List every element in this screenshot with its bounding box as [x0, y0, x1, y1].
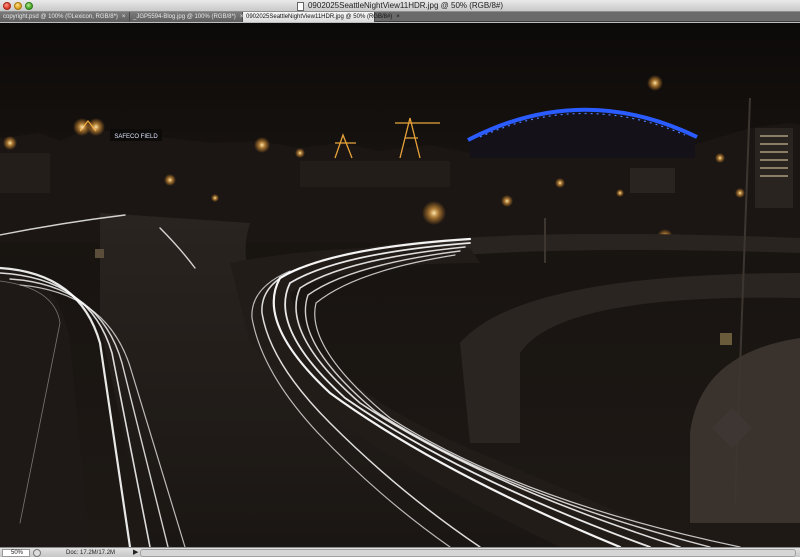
horizontal-scrollbar[interactable] [140, 549, 796, 557]
tab-seattle-night-view[interactable]: 0902025SeattleNightView11HDR.jpg @ 50% (… [243, 12, 400, 22]
tab-close-icon[interactable]: × [396, 14, 400, 20]
image-canvas[interactable]: SAFECO FIELD [0, 23, 800, 547]
left-road-sign [95, 249, 104, 258]
tab-copyright[interactable]: copyright.psd @ 100% (©Lexicon, RGB/8*) … [0, 12, 130, 22]
tab-jgp5594[interactable]: _JGP5594-Blog.jpg @ 100% (RGB/8*) × [130, 12, 243, 22]
document-tab-bar: copyright.psd @ 100% (©Lexicon, RGB/8*) … [0, 12, 800, 22]
status-menu-arrow-icon[interactable]: ▶ [133, 548, 138, 557]
night-highway-photo: SAFECO FIELD [0, 23, 800, 547]
safeco-field-sign: SAFECO FIELD [114, 134, 158, 140]
tab-close-icon[interactable]: × [122, 14, 126, 20]
status-bar: 50% Doc: 17.2M/17.2M ▶ [0, 547, 800, 557]
tab-label: _JGP5594-Blog.jpg @ 100% (RGB/8*) [133, 14, 236, 20]
document-size-info[interactable]: Doc: 17.2M/17.2M [66, 549, 115, 557]
navigation-icon[interactable] [33, 549, 41, 557]
tab-label: copyright.psd @ 100% (©Lexicon, RGB/8*) [3, 14, 118, 20]
zoom-field[interactable]: 50% [2, 549, 30, 557]
window-title: 0902025SeattleNightView11HDR.jpg @ 50% (… [307, 1, 504, 10]
window-title-group: 0902025SeattleNightView11HDR.jpg @ 50% (… [0, 0, 800, 12]
tab-label: 0902025SeattleNightView11HDR.jpg @ 50% (… [246, 14, 393, 20]
road-sign [720, 333, 732, 345]
document-icon [296, 1, 304, 11]
window-titlebar: 0902025SeattleNightView11HDR.jpg @ 50% (… [0, 0, 800, 12]
